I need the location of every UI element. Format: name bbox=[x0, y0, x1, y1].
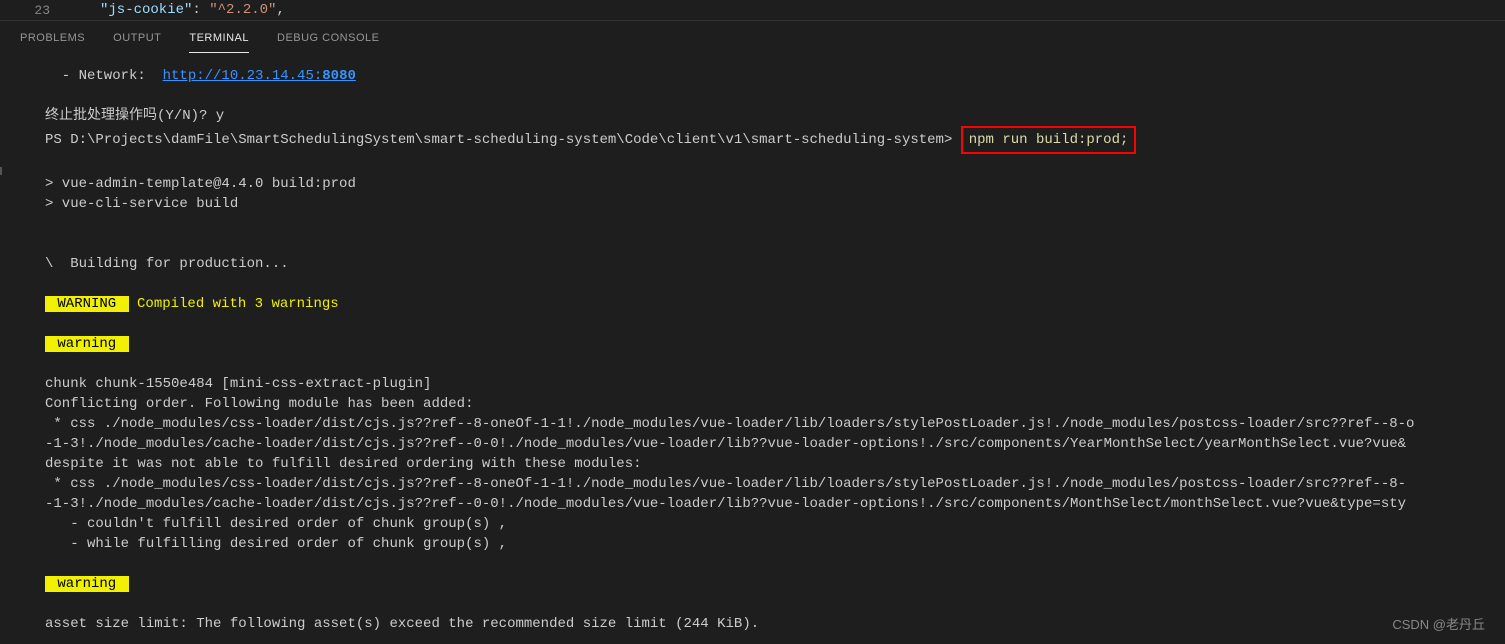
warning-label-2: warning bbox=[45, 576, 129, 592]
compiled-warnings: Compiled with 3 warnings bbox=[129, 296, 339, 312]
watermark: CSDN @老丹丘 bbox=[1392, 614, 1485, 633]
couldnt-line: - couldn't fulfill desired order of chun… bbox=[45, 516, 507, 532]
ps-prompt: PS D:\Projects\damFile\SmartSchedulingSy… bbox=[45, 132, 961, 148]
terminal-output[interactable]: - Network: http://10.23.14.45:8080 终止批处理… bbox=[0, 56, 1505, 644]
build-line-2: > vue-cli-service build bbox=[45, 196, 238, 212]
css-module-line-1: * css ./node_modules/css-loader/dist/cjs… bbox=[45, 416, 1414, 432]
command-highlight-box: npm run build:prod; bbox=[961, 126, 1137, 154]
network-url[interactable]: http://10.23.14.45:8080 bbox=[163, 68, 356, 84]
css-module-line-4: -1-3!./node_modules/cache-loader/dist/cj… bbox=[45, 496, 1406, 512]
while-line: - while fulfilling desired order of chun… bbox=[45, 536, 507, 552]
tab-problems[interactable]: PROBLEMS bbox=[20, 24, 85, 52]
warning-badge: WARNING bbox=[45, 296, 129, 312]
editor-line: 23 "js-cookie": "^2.2.0", bbox=[0, 0, 1505, 20]
css-module-line-3: * css ./node_modules/css-loader/dist/cjs… bbox=[45, 476, 1406, 492]
build-line-1: > vue-admin-template@4.4.0 build:prod bbox=[45, 176, 356, 192]
json-key: "js-cookie" bbox=[100, 2, 192, 18]
code-content[interactable]: "js-cookie": "^2.2.0", bbox=[100, 2, 285, 18]
despite-line: despite it was not able to fulfill desir… bbox=[45, 456, 642, 472]
panel-tab-bar: PROBLEMS OUTPUT TERMINAL DEBUG CONSOLE bbox=[0, 21, 1505, 56]
tab-output[interactable]: OUTPUT bbox=[113, 24, 161, 52]
warning-label-1: warning bbox=[45, 336, 129, 352]
bottom-panel: PROBLEMS OUTPUT TERMINAL DEBUG CONSOLE -… bbox=[0, 20, 1505, 644]
json-value: "^2.2.0" bbox=[209, 2, 276, 18]
building-line: \ Building for production... bbox=[45, 256, 289, 272]
chunk-line: chunk chunk-1550e484 [mini-css-extract-p… bbox=[45, 376, 431, 392]
left-indicator bbox=[0, 167, 2, 175]
asset-size-line: asset size limit: The following asset(s)… bbox=[45, 616, 759, 632]
tab-debug-console[interactable]: DEBUG CONSOLE bbox=[277, 24, 379, 52]
batch-prompt: 终止批处理操作吗(Y/N)? y bbox=[45, 108, 224, 124]
network-label: - Network: bbox=[45, 68, 163, 84]
line-number: 23 bbox=[0, 3, 70, 18]
css-module-line-2: -1-3!./node_modules/cache-loader/dist/cj… bbox=[45, 436, 1406, 452]
conflicting-line: Conflicting order. Following module has … bbox=[45, 396, 473, 412]
command-text: npm run build:prod; bbox=[969, 132, 1129, 148]
tab-terminal[interactable]: TERMINAL bbox=[189, 24, 249, 53]
